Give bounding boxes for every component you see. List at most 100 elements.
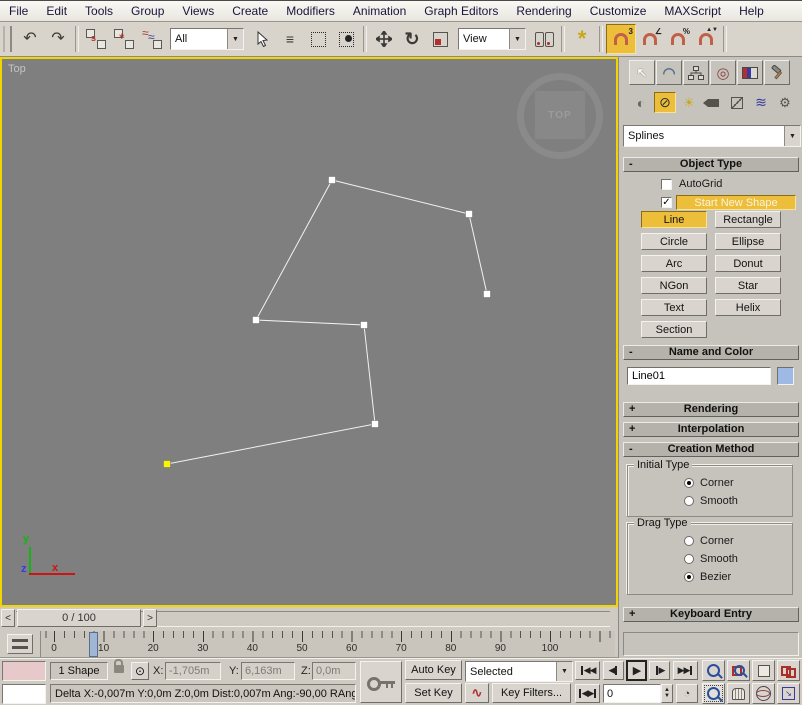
select-by-name-icon[interactable]: ≡ bbox=[276, 25, 304, 53]
rollout-object-type[interactable]: -Object Type bbox=[623, 157, 799, 172]
initial-type-radio-corner[interactable]: Corner bbox=[684, 477, 734, 489]
autogrid-checkbox[interactable] bbox=[661, 179, 672, 190]
next-frame-button[interactable]: ▶ bbox=[649, 661, 670, 680]
menu-item-views[interactable]: Views bbox=[173, 1, 223, 21]
start-new-shape-checkbox[interactable]: ✓ bbox=[661, 197, 672, 208]
selection-filter-dropdown[interactable]: All ▼ bbox=[170, 28, 244, 50]
absolute-offset-mode-toggle[interactable]: ⊙ bbox=[131, 662, 149, 680]
zoom-button[interactable] bbox=[702, 660, 725, 681]
zoom-extents-button[interactable] bbox=[752, 660, 775, 681]
spline-vertex-active[interactable] bbox=[164, 461, 171, 468]
key-mode-toggle-button[interactable]: ◀▶ bbox=[575, 684, 600, 703]
category-shapes-icon[interactable]: ⊘ bbox=[654, 92, 676, 113]
object-type-button-circle[interactable]: Circle bbox=[641, 233, 707, 250]
mini-curve-editor-button[interactable] bbox=[7, 634, 33, 654]
rollout-creation-method[interactable]: -Creation Method bbox=[623, 442, 799, 457]
menu-item-animation[interactable]: Animation bbox=[344, 1, 415, 21]
spinner-snap-toggle-icon[interactable]: ▲▼ bbox=[692, 25, 720, 53]
percent-snap-toggle-icon[interactable]: % bbox=[664, 25, 692, 53]
menu-item-file[interactable]: File bbox=[0, 1, 37, 21]
go-to-start-button[interactable]: ◀◀ bbox=[575, 661, 600, 680]
select-and-scale-icon[interactable] bbox=[426, 25, 454, 53]
object-type-button-rectangle[interactable]: Rectangle bbox=[715, 211, 781, 228]
drag-type-radio-smooth[interactable]: Smooth bbox=[684, 553, 738, 565]
pan-button[interactable] bbox=[727, 683, 750, 704]
object-type-button-helix[interactable]: Helix bbox=[715, 299, 781, 316]
dropdown-arrow-icon[interactable]: ▼ bbox=[556, 662, 572, 681]
set-key-button[interactable]: Set Key bbox=[405, 683, 462, 703]
zoom-region-button[interactable] bbox=[702, 683, 725, 704]
tab-utilities[interactable] bbox=[764, 60, 790, 85]
default-in-out-tangents-button[interactable]: ∿ bbox=[465, 683, 489, 703]
rollout-rendering[interactable]: +Rendering bbox=[623, 402, 799, 417]
category-space-warps-icon[interactable]: ≋ bbox=[750, 92, 772, 113]
object-name-input[interactable] bbox=[627, 367, 771, 385]
set-keys-button[interactable] bbox=[360, 661, 402, 703]
object-type-button-donut[interactable]: Donut bbox=[715, 255, 781, 272]
go-to-end-button[interactable]: ▶▶ bbox=[673, 661, 698, 680]
spline-vertex[interactable] bbox=[372, 421, 379, 428]
select-and-move-icon[interactable] bbox=[370, 25, 398, 53]
menu-item-help[interactable]: Help bbox=[730, 1, 773, 21]
menu-item-edit[interactable]: Edit bbox=[37, 1, 76, 21]
select-object-icon[interactable] bbox=[248, 25, 276, 53]
category-lights-icon[interactable]: ☀ bbox=[678, 92, 700, 113]
arc-rotate-button[interactable] bbox=[752, 683, 775, 704]
initial-type-radio-smooth[interactable]: Smooth bbox=[684, 495, 738, 507]
select-and-rotate-icon[interactable]: ↻ bbox=[398, 25, 426, 53]
object-type-button-star[interactable]: Star bbox=[715, 277, 781, 294]
category-geometry-icon[interactable]: ◐ bbox=[630, 92, 652, 113]
selection-lock-toggle[interactable] bbox=[114, 664, 124, 676]
maxscript-listener-pane[interactable] bbox=[2, 684, 46, 704]
use-pivot-point-center-icon[interactable] bbox=[530, 25, 558, 53]
tab-display[interactable] bbox=[737, 60, 763, 85]
menu-item-create[interactable]: Create bbox=[223, 1, 277, 21]
menu-item-rendering[interactable]: Rendering bbox=[507, 1, 580, 21]
spline-vertex[interactable] bbox=[484, 291, 491, 298]
object-type-button-ngon[interactable]: NGon bbox=[641, 277, 707, 294]
toolbar-drag-handle[interactable] bbox=[3, 26, 12, 52]
redo-icon[interactable]: ↷ bbox=[44, 25, 72, 53]
x-coordinate-input[interactable] bbox=[165, 662, 221, 680]
spline-vertex[interactable] bbox=[361, 322, 368, 329]
undo-icon[interactable]: ↶ bbox=[16, 25, 44, 53]
shape-category-dropdown[interactable]: Splines ▼ bbox=[623, 125, 801, 147]
object-type-button-ellipse[interactable]: Ellipse bbox=[715, 233, 781, 250]
spline-vertex[interactable] bbox=[253, 317, 260, 324]
object-type-button-text[interactable]: Text bbox=[641, 299, 707, 316]
auto-key-button[interactable]: Auto Key bbox=[405, 660, 462, 680]
time-slider-handle[interactable]: 0 / 100 bbox=[17, 609, 141, 627]
category-systems-icon[interactable]: ⚙ bbox=[774, 92, 796, 113]
track-bar-ruler[interactable]: 0102030405060708090100 bbox=[40, 631, 615, 657]
category-helpers-icon[interactable] bbox=[726, 92, 748, 113]
menu-item-modifiers[interactable]: Modifiers bbox=[277, 1, 344, 21]
rectangular-selection-region-icon[interactable] bbox=[304, 25, 332, 53]
drag-type-radio-corner[interactable]: Corner bbox=[684, 535, 734, 547]
rollout-name-and-color[interactable]: -Name and Color bbox=[623, 345, 799, 360]
menu-item-group[interactable]: Group bbox=[122, 1, 173, 21]
menu-item-tools[interactable]: Tools bbox=[76, 1, 122, 21]
bind-to-space-warp-icon[interactable]: ≈≈ bbox=[138, 25, 166, 53]
time-slider-prev-icon[interactable]: < bbox=[1, 609, 15, 627]
rollout-keyboard-entry[interactable]: +Keyboard Entry bbox=[623, 607, 799, 622]
time-slider-next-icon[interactable]: > bbox=[143, 609, 157, 627]
unlink-selection-icon[interactable]: ∗ bbox=[110, 25, 138, 53]
viewport-top[interactable]: Top TOP y z x bbox=[0, 57, 618, 607]
object-type-button-section[interactable]: Section bbox=[641, 321, 707, 338]
previous-frame-button[interactable]: ◀ bbox=[603, 661, 624, 680]
tab-modify[interactable]: ◠ bbox=[656, 60, 682, 85]
zoom-extents-all-button[interactable] bbox=[777, 660, 800, 681]
selection-set-dropdown[interactable]: Selected ▼ bbox=[465, 661, 573, 682]
key-filters-button[interactable]: Key Filters... bbox=[492, 683, 571, 703]
select-and-manipulate-icon[interactable]: * bbox=[568, 25, 596, 53]
select-and-link-icon[interactable]: s bbox=[82, 25, 110, 53]
time-configuration-button[interactable]: ◔ bbox=[676, 684, 698, 703]
tab-motion[interactable]: ◎ bbox=[710, 60, 736, 85]
dropdown-arrow-icon[interactable]: ▼ bbox=[227, 29, 243, 49]
drag-type-radio-bezier[interactable]: Bezier bbox=[684, 571, 731, 583]
angle-snap-toggle-icon[interactable]: ∠ bbox=[636, 25, 664, 53]
frame-spinner[interactable]: ▲▼ bbox=[661, 684, 673, 703]
zoom-all-button[interactable] bbox=[727, 660, 750, 681]
menu-item-graph-editors[interactable]: Graph Editors bbox=[415, 1, 507, 21]
rollout-interpolation[interactable]: +Interpolation bbox=[623, 422, 799, 437]
